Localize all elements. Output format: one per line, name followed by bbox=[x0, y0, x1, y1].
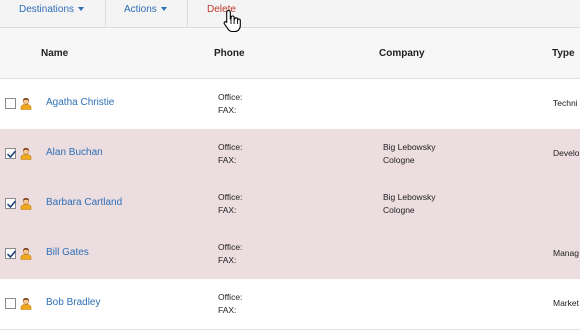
phone-cell: Office: FAX: bbox=[218, 141, 242, 167]
office-phone-label: Office: bbox=[218, 292, 243, 302]
type-cell: Techni bbox=[553, 98, 578, 108]
company-name: Big Lebowsky bbox=[383, 192, 436, 202]
checkmark-icon bbox=[7, 250, 16, 258]
fax-label: FAX: bbox=[218, 205, 237, 215]
row-select-checkbox[interactable] bbox=[5, 98, 16, 109]
contact-name-link[interactable]: Bill Gates bbox=[46, 247, 89, 258]
actions-dropdown-button[interactable]: Actions bbox=[124, 0, 167, 20]
office-phone-label: Office: bbox=[218, 192, 243, 202]
table-row[interactable]: Bob Bradley Office: FAX: Market bbox=[0, 279, 580, 330]
office-phone-label: Office: bbox=[218, 242, 243, 252]
column-header-name[interactable]: Name bbox=[41, 48, 68, 59]
phone-cell: Office: FAX: bbox=[218, 91, 242, 117]
fax-label: FAX: bbox=[218, 305, 237, 315]
contact-name-link[interactable]: Alan Buchan bbox=[46, 147, 103, 158]
company-cell: Big Lebowsky Cologne bbox=[383, 141, 435, 167]
row-select-checkbox[interactable] bbox=[5, 248, 16, 259]
person-icon bbox=[20, 147, 32, 160]
toolbar-divider bbox=[105, 0, 106, 27]
type-cell: Market bbox=[553, 298, 579, 308]
table-row[interactable]: Agatha Christie Office: FAX: Techni bbox=[0, 79, 580, 130]
company-name: Big Lebowsky bbox=[383, 142, 436, 152]
caret-down-icon bbox=[160, 7, 167, 11]
person-icon bbox=[20, 197, 32, 210]
company-cell: Big Lebowsky Cologne bbox=[383, 191, 435, 217]
row-select-checkbox[interactable] bbox=[5, 298, 16, 309]
company-city: Cologne bbox=[383, 205, 415, 215]
column-header-phone[interactable]: Phone bbox=[214, 48, 245, 59]
toolbar: Destinations Actions Delete bbox=[0, 0, 580, 28]
fax-label: FAX: bbox=[218, 255, 237, 265]
destinations-dropdown-button[interactable]: Destinations bbox=[19, 0, 85, 20]
company-city: Cologne bbox=[383, 155, 415, 165]
person-icon bbox=[20, 97, 32, 110]
table-row[interactable]: Bill Gates Office: FAX: Manag bbox=[0, 229, 580, 280]
table-row[interactable]: Barbara Cartland Office: FAX: Big Lebowsky C… bbox=[0, 179, 580, 230]
contact-name-link[interactable]: Bob Bradley bbox=[46, 297, 100, 308]
table-header: Name Phone Company Type bbox=[0, 28, 580, 79]
phone-cell: Office: FAX: bbox=[218, 241, 242, 267]
person-icon bbox=[20, 297, 32, 310]
fax-label: FAX: bbox=[218, 105, 237, 115]
phone-cell: Office: FAX: bbox=[218, 191, 242, 217]
destinations-label: Destinations bbox=[19, 4, 75, 15]
contact-name-link[interactable]: Agatha Christie bbox=[46, 97, 114, 108]
row-select-checkbox[interactable] bbox=[5, 148, 16, 159]
fax-label: FAX: bbox=[218, 155, 237, 165]
table-row[interactable]: Alan Buchan Office: FAX: Big Lebowsky Cologn… bbox=[0, 129, 580, 180]
toolbar-divider bbox=[187, 0, 188, 27]
column-header-company[interactable]: Company bbox=[379, 48, 425, 59]
contact-name-link[interactable]: Barbara Cartland bbox=[46, 197, 122, 208]
office-phone-label: Office: bbox=[218, 92, 243, 102]
hand-pointer-icon bbox=[223, 9, 241, 33]
type-cell: Manag bbox=[553, 248, 579, 258]
type-cell: Develo bbox=[553, 148, 580, 158]
checkmark-icon bbox=[7, 150, 16, 158]
checkmark-icon bbox=[7, 200, 16, 208]
phone-cell: Office: FAX: bbox=[218, 291, 242, 317]
column-header-type[interactable]: Type bbox=[552, 48, 575, 59]
caret-down-icon bbox=[78, 7, 85, 11]
actions-label: Actions bbox=[124, 4, 157, 15]
office-phone-label: Office: bbox=[218, 142, 243, 152]
row-select-checkbox[interactable] bbox=[5, 198, 16, 209]
person-icon bbox=[20, 247, 32, 260]
